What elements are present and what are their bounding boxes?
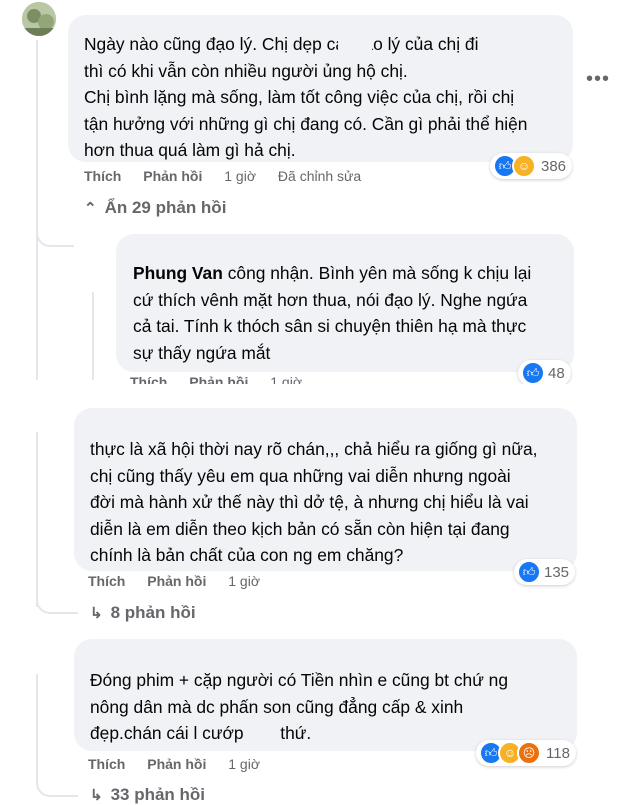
commenter-avatar[interactable] <box>22 2 56 36</box>
reply-button[interactable]: Phản hồi <box>147 756 206 772</box>
chevron-up-icon: ⌃ <box>84 200 97 217</box>
view-replies-toggle[interactable]: ↳ 33 phản hồi <box>90 785 205 805</box>
like-button[interactable]: Thích <box>84 168 121 184</box>
like-button[interactable]: Thích <box>88 573 125 589</box>
redacted-word <box>338 37 372 55</box>
timestamp[interactable]: 1 giờ <box>228 756 260 772</box>
thread-connector <box>36 775 78 797</box>
reaction-summary[interactable]: 👍︎ 135 <box>514 559 576 585</box>
reaction-count: 118 <box>546 744 570 762</box>
reaction-summary[interactable]: 👍︎ ☺ ☹ 118 <box>476 740 576 766</box>
reply-text: Phung Van công nhận. Bình yên mà sống k … <box>133 260 573 366</box>
reply-button[interactable]: Phản hồi <box>143 168 202 184</box>
comment-actions: Thích Phản hồi 1 giờ <box>88 756 278 772</box>
toggle-label: 33 phản hồi <box>110 785 206 804</box>
like-reaction-icon: 👍︎ <box>517 560 541 584</box>
redacted-name <box>128 244 223 264</box>
more-options-icon[interactable]: ••• <box>586 68 610 91</box>
comment-actions: Thích Phản hồi 1 giờ Đã chỉnh sửa <box>84 168 379 184</box>
comment-text: thực là xã hội thời nay rõ chán,,, chả h… <box>90 439 538 565</box>
angry-reaction-icon: ☹ <box>517 741 541 765</box>
avatar-image <box>22 2 56 36</box>
timestamp[interactable]: 1 giờ <box>224 168 256 184</box>
hide-replies-toggle[interactable]: ⌃ Ẩn 29 phản hồi <box>84 198 226 218</box>
thread-line <box>36 674 38 784</box>
comment-text: Ngày nào cũng đạo lý. Chị dẹp cái đạo lý… <box>84 34 528 160</box>
thread-line <box>92 292 94 380</box>
haha-reaction-icon: ☺ <box>512 154 536 178</box>
comment-actions: Thích Phản hồi 1 giờ <box>88 573 278 589</box>
thread-line <box>36 40 38 380</box>
reaction-summary[interactable]: 👍︎ ☺ 386 <box>490 153 573 179</box>
like-reaction-icon: 👍︎ <box>521 361 545 385</box>
reply-arrow-icon: ↳ <box>90 605 103 622</box>
redacted-word <box>243 722 277 740</box>
toggle-label: Ẩn 29 phản hồi <box>104 198 227 217</box>
reaction-count: 135 <box>544 563 570 581</box>
reaction-count: 48 <box>548 364 565 382</box>
reaction-count: 386 <box>541 157 567 175</box>
reply-button[interactable]: Phản hồi <box>147 573 206 589</box>
toggle-label: 8 phản hồi <box>110 603 196 622</box>
thread-connector <box>36 590 78 614</box>
like-button[interactable]: Thích <box>88 756 125 772</box>
reaction-summary[interactable]: 👍︎ 48 <box>518 360 571 386</box>
reply-arrow-icon: ↳ <box>90 787 103 804</box>
view-replies-toggle[interactable]: ↳ 8 phản hồi <box>90 603 196 623</box>
timestamp[interactable]: 1 giờ <box>228 573 260 589</box>
thread-connector <box>36 215 74 247</box>
edited-label: Đã chỉnh sửa <box>277 168 362 184</box>
reply-author[interactable]: Phung Van <box>133 263 223 283</box>
comment-text: Đóng phim + cặp người có Tiền nhìn e cũn… <box>90 670 509 743</box>
thread-line <box>36 432 38 607</box>
